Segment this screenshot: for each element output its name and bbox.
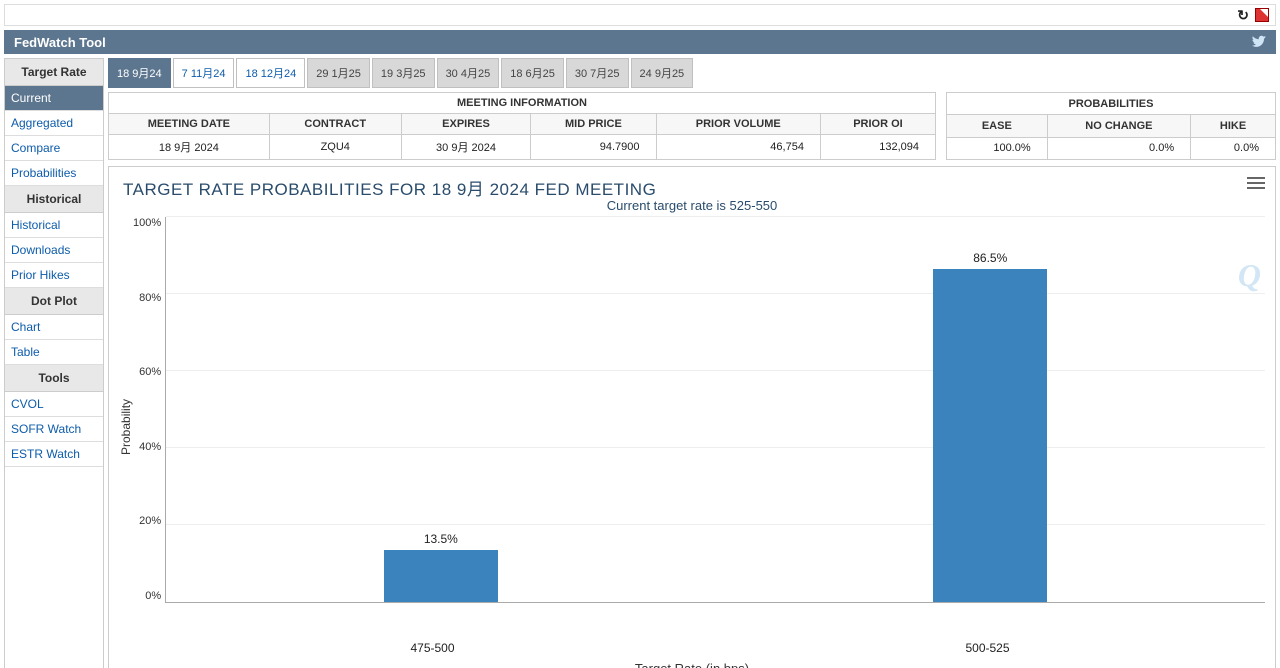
- cell-nochange: 0.0%: [1047, 137, 1190, 159]
- sidebar-item-chart[interactable]: Chart: [5, 315, 103, 340]
- sidebar-item-prior-hikes[interactable]: Prior Hikes: [5, 263, 103, 288]
- col-priorvol: PRIOR VOLUME: [656, 114, 820, 135]
- bar-0-label: 13.5%: [424, 532, 458, 546]
- tab-6[interactable]: 18 6月25: [501, 58, 564, 88]
- sidebar-header-tools: Tools: [5, 365, 103, 392]
- tab-8[interactable]: 24 9月25: [631, 58, 694, 88]
- col-prioroi: PRIOR OI: [820, 114, 935, 135]
- col-ease: EASE: [947, 115, 1048, 137]
- col-expires: EXPIRES: [401, 114, 531, 135]
- refresh-icon[interactable]: ↻: [1237, 7, 1249, 24]
- tab-1[interactable]: 7 11月24: [173, 58, 235, 88]
- chart-menu-icon[interactable]: [1247, 177, 1265, 189]
- probabilities-table: PROBABILITIES EASE NO CHANGE HIKE 100.0%…: [946, 92, 1276, 160]
- pdf-icon[interactable]: [1255, 8, 1269, 22]
- col-meeting-date: MEETING DATE: [109, 114, 270, 135]
- sidebar-item-probabilities[interactable]: Probabilities: [5, 161, 103, 186]
- chart-area: TARGET RATE PROBABILITIES FOR 18 9月 2024…: [108, 166, 1276, 668]
- sidebar-item-aggregated[interactable]: Aggregated: [5, 111, 103, 136]
- meeting-info-table: MEETING INFORMATION MEETING DATE CONTRAC…: [108, 92, 936, 160]
- cell-ease: 100.0%: [947, 137, 1048, 159]
- col-hike: HIKE: [1191, 115, 1276, 137]
- y-axis-ticks: 100% 80% 60% 40% 20% 0%: [133, 217, 165, 602]
- probabilities-title: PROBABILITIES: [947, 93, 1276, 115]
- cell-prioroi: 132,094: [820, 135, 935, 160]
- cell-expires: 30 9月 2024: [401, 135, 531, 160]
- sidebar-item-sofr[interactable]: SOFR Watch: [5, 417, 103, 442]
- sidebar-item-historical[interactable]: Historical: [5, 213, 103, 238]
- sidebar-header-target-rate: Target Rate: [5, 59, 103, 86]
- sidebar-item-estr[interactable]: ESTR Watch: [5, 442, 103, 467]
- bar-1-label: 86.5%: [973, 251, 1007, 265]
- col-nochange: NO CHANGE: [1047, 115, 1190, 137]
- cell-midprice: 94.7900: [531, 135, 656, 160]
- cell-meeting-date: 18 9月 2024: [109, 135, 270, 160]
- sidebar-header-dot-plot: Dot Plot: [5, 288, 103, 315]
- xtick: 475-500: [410, 641, 454, 655]
- y-axis-label: Probability: [119, 217, 133, 637]
- twitter-icon[interactable]: [1250, 34, 1266, 50]
- xtick: 500-525: [965, 641, 1009, 655]
- sidebar-header-historical: Historical: [5, 186, 103, 213]
- app-title: FedWatch Tool: [14, 35, 106, 50]
- col-contract: CONTRACT: [269, 114, 401, 135]
- ytick: 40%: [139, 441, 161, 453]
- ytick: 100%: [133, 217, 161, 229]
- tab-5[interactable]: 30 4月25: [437, 58, 500, 88]
- ytick: 0%: [145, 590, 161, 602]
- tab-3[interactable]: 29 1月25: [307, 58, 370, 88]
- cell-contract: ZQU4: [269, 135, 401, 160]
- x-axis-ticks: 475-500 500-525: [155, 641, 1265, 655]
- sidebar: Target Rate Current Aggregated Compare P…: [4, 58, 104, 668]
- plot-grid: Q 13.5% 86.5%: [165, 217, 1265, 603]
- bar-1[interactable]: 86.5%: [771, 251, 1211, 602]
- ytick: 20%: [139, 515, 161, 527]
- col-midprice: MID PRICE: [531, 114, 656, 135]
- cell-priorvol: 46,754: [656, 135, 820, 160]
- ytick: 80%: [139, 292, 161, 304]
- sidebar-item-cvol[interactable]: CVOL: [5, 392, 103, 417]
- chart-title: TARGET RATE PROBABILITIES FOR 18 9月 2024…: [123, 175, 1265, 200]
- sidebar-item-compare[interactable]: Compare: [5, 136, 103, 161]
- date-tabs: 18 9月24 7 11月24 18 12月24 29 1月25 19 3月25…: [108, 58, 1276, 88]
- tab-4[interactable]: 19 3月25: [372, 58, 435, 88]
- meeting-info-title: MEETING INFORMATION: [109, 93, 936, 114]
- sidebar-item-table[interactable]: Table: [5, 340, 103, 365]
- bar-0[interactable]: 13.5%: [221, 532, 661, 602]
- tab-7[interactable]: 30 7月25: [566, 58, 629, 88]
- sidebar-item-current[interactable]: Current: [5, 86, 103, 111]
- sidebar-item-downloads[interactable]: Downloads: [5, 238, 103, 263]
- tab-2[interactable]: 18 12月24: [236, 58, 305, 88]
- x-axis-label: Target Rate (in bps): [119, 661, 1265, 668]
- cell-hike: 0.0%: [1191, 137, 1276, 159]
- tab-0[interactable]: 18 9月24: [108, 58, 171, 88]
- ytick: 60%: [139, 366, 161, 378]
- chart-subtitle: Current target rate is 525-550: [119, 198, 1265, 213]
